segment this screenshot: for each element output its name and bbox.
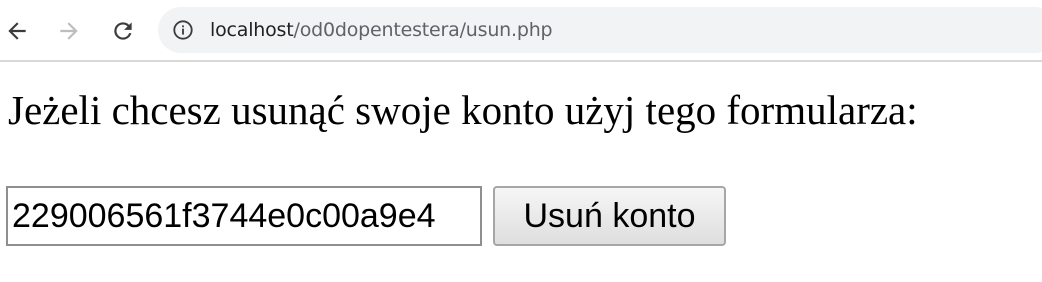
page-heading: Jeżeli chcesz usunąć swoje konto użyj te… xyxy=(8,87,918,133)
reload-button[interactable] xyxy=(106,14,140,48)
url-host: localhost xyxy=(210,19,294,41)
arrow-right-icon xyxy=(60,22,78,40)
browser-toolbar: localhost/od0dopentestera/usun.php xyxy=(0,0,1042,62)
reload-icon xyxy=(114,22,132,40)
url-path: /od0dopentestera/usun.php xyxy=(293,19,553,41)
arrow-left-icon xyxy=(8,22,26,40)
info-icon[interactable] xyxy=(172,19,194,41)
url-text[interactable]: localhost/od0dopentestera/usun.php xyxy=(210,18,553,42)
forward-button[interactable] xyxy=(52,14,86,48)
token-input[interactable] xyxy=(6,186,482,246)
address-bar[interactable]: localhost/od0dopentestera/usun.php xyxy=(158,7,1042,53)
delete-account-button[interactable]: Usuń konto xyxy=(493,186,726,246)
back-button[interactable] xyxy=(0,14,34,48)
